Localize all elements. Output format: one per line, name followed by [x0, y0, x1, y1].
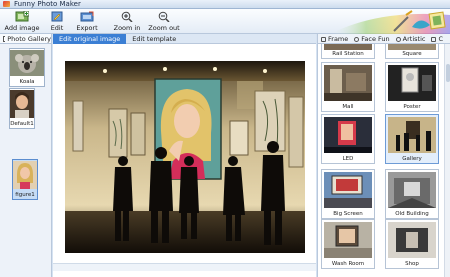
- tab-face-fun-label: Face Fun: [361, 35, 390, 43]
- template-rail-station[interactable]: Rail Station: [321, 44, 375, 59]
- export-icon: [80, 11, 94, 22]
- gallery-scene-image: [65, 61, 305, 253]
- artistic-icon: [395, 36, 401, 42]
- zoom-out-button[interactable]: Zoom out: [144, 9, 184, 34]
- template-poster[interactable]: Poster: [385, 62, 439, 112]
- tab-edit-template[interactable]: Edit template: [126, 34, 182, 44]
- template-label: Wash Room: [331, 261, 365, 267]
- tab-category[interactable]: C: [428, 34, 446, 44]
- tab-frame-label: Frame: [328, 35, 349, 43]
- export-button[interactable]: Export: [70, 9, 104, 34]
- gallery-item-default1[interactable]: Default1: [9, 88, 35, 129]
- zoom-out-icon: [158, 11, 170, 22]
- template-vertical-scrollbar[interactable]: [444, 44, 450, 277]
- gallery-template-thumbnail: [388, 117, 436, 153]
- zoom-in-icon: [121, 11, 133, 22]
- add-image-label: Add image: [4, 24, 40, 32]
- edit-button[interactable]: Edit: [44, 9, 70, 34]
- tab-artistic-label: Artistic: [402, 35, 426, 43]
- app-icon: [3, 1, 10, 7]
- gallery-item-koala[interactable]: Koala: [9, 48, 45, 87]
- template-label: Mall: [342, 104, 354, 110]
- old-building-thumbnail: [388, 172, 436, 208]
- edit-label: Edit: [50, 24, 64, 32]
- export-label: Export: [76, 24, 98, 32]
- template-label: Rail Station: [332, 51, 364, 57]
- preview-canvas[interactable]: [65, 61, 305, 253]
- add-image-icon: [15, 11, 29, 22]
- editor-panel: Edit original image Edit template: [53, 34, 316, 277]
- editor-horizontal-scrollbar[interactable]: [53, 263, 316, 271]
- add-image-button[interactable]: Add image: [0, 9, 44, 34]
- template-led[interactable]: LED: [321, 114, 375, 164]
- gallery-item-figure1[interactable]: figure1: [12, 159, 38, 200]
- gallery-item-label: figure1: [15, 192, 35, 198]
- wash-room-thumbnail: [324, 222, 372, 258]
- template-label: LED: [342, 156, 354, 162]
- photo-gallery-panel: Photo Gallery Koala Default1 figure1: [0, 34, 52, 277]
- zoom-out-label: Zoom out: [148, 24, 180, 32]
- led-thumbnail: [324, 117, 372, 153]
- tab-artistic[interactable]: Artistic: [393, 34, 429, 44]
- gallery-icon: [3, 35, 6, 42]
- category-icon: [431, 36, 437, 42]
- template-gallery[interactable]: Gallery: [385, 114, 439, 164]
- window-title: Funny Photo Maker: [14, 0, 81, 8]
- gallery-item-label: Koala: [19, 79, 35, 85]
- toolbar-decoration: [330, 9, 450, 34]
- template-shop[interactable]: Shop: [385, 219, 439, 269]
- template-label: Shop: [405, 261, 419, 267]
- mall-thumbnail: [324, 65, 372, 101]
- default1-thumbnail: [10, 90, 34, 118]
- tab-category-label: C: [438, 35, 443, 43]
- template-tabs: Frame Face Fun Artistic C: [318, 34, 450, 44]
- tab-face-fun[interactable]: Face Fun: [351, 34, 392, 44]
- template-square[interactable]: Square: [385, 44, 439, 59]
- edit-icon: [51, 11, 63, 22]
- tab-frame[interactable]: Frame: [318, 34, 351, 44]
- photo-gallery-label: Photo Gallery: [7, 34, 51, 43]
- gallery-item-label: Default1: [10, 121, 34, 127]
- koala-thumbnail: [10, 50, 44, 76]
- template-label: Old Building: [395, 211, 429, 217]
- template-label: Big Screen: [333, 211, 363, 217]
- toolbar: Add image Edit Export Zoom in Zoom out: [0, 9, 450, 34]
- title-bar: Funny Photo Maker: [0, 0, 450, 9]
- figure1-thumbnail: [13, 161, 37, 189]
- face-fun-icon: [354, 36, 360, 42]
- tab-edit-original-image[interactable]: Edit original image: [53, 34, 127, 44]
- template-big-screen[interactable]: Big Screen: [321, 169, 375, 219]
- zoom-in-label: Zoom in: [113, 24, 141, 32]
- zoom-in-button[interactable]: Zoom in: [110, 9, 144, 34]
- template-wash-room[interactable]: Wash Room: [321, 219, 375, 269]
- template-panel: Frame Face Fun Artistic C Rail Station S…: [317, 34, 450, 277]
- template-label: Square: [402, 51, 422, 57]
- template-label: Poster: [403, 104, 421, 110]
- template-label: Gallery: [402, 156, 422, 162]
- shop-thumbnail: [388, 222, 436, 258]
- editor-tabs: Edit original image Edit template: [53, 34, 316, 44]
- big-screen-thumbnail: [324, 172, 372, 208]
- poster-thumbnail: [388, 65, 436, 101]
- template-old-building[interactable]: Old Building: [385, 169, 439, 219]
- template-mall[interactable]: Mall: [321, 62, 375, 112]
- frame-icon: [321, 36, 326, 42]
- photo-gallery-tab[interactable]: Photo Gallery: [0, 34, 51, 44]
- scrollbar-thumb[interactable]: [446, 64, 450, 82]
